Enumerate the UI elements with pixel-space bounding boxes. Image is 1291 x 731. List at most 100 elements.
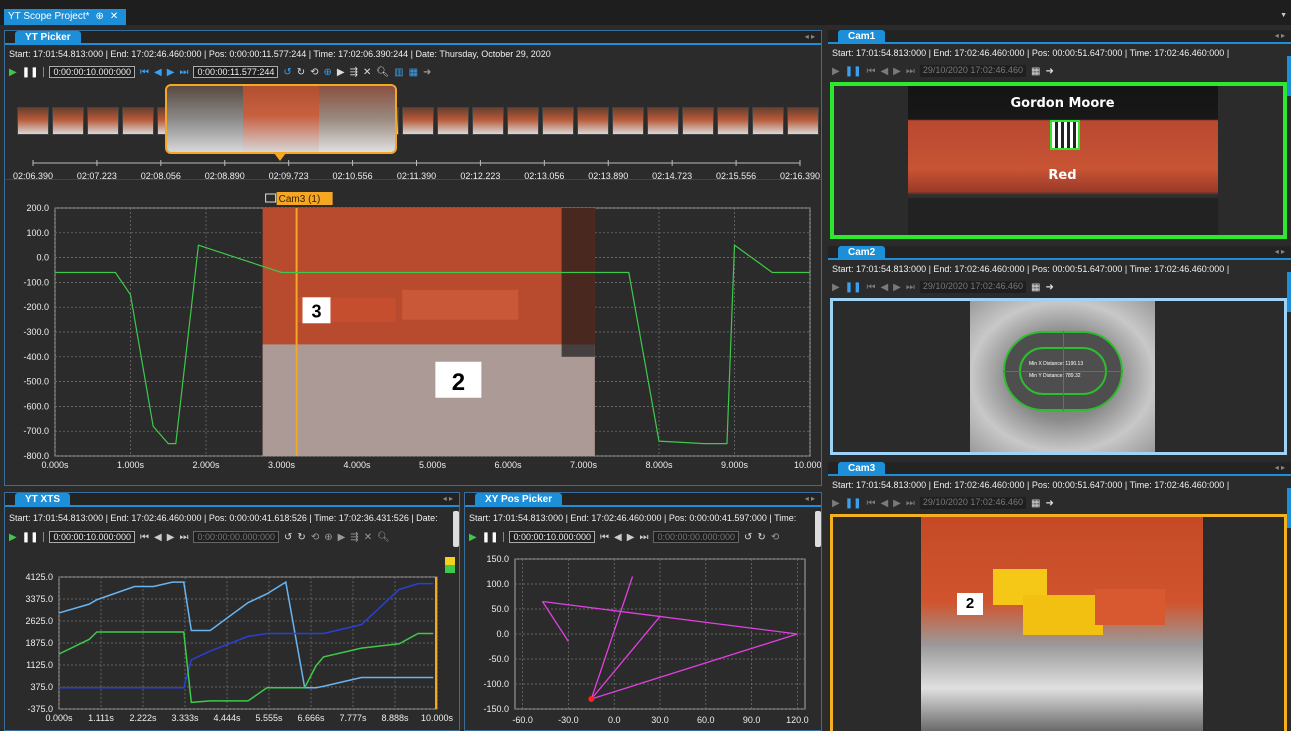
cam1-video[interactable]: Gordon Moore Red — [830, 82, 1287, 239]
calculator-icon[interactable]: ▦ — [1031, 498, 1040, 509]
scrollbar[interactable] — [1287, 272, 1291, 312]
time-field[interactable]: 29/10/2020 17:02:46.460 — [919, 497, 1026, 509]
pause-icon[interactable]: ❚❚ — [845, 66, 862, 77]
cam3-video[interactable]: 2 — [830, 514, 1287, 731]
skip-start-icon[interactable]: ⏮ — [866, 282, 875, 293]
skip-start-icon[interactable]: ⏮ — [140, 67, 149, 78]
thumbnail[interactable] — [682, 107, 714, 135]
step-back-icon[interactable]: ◀ — [154, 67, 162, 78]
step-back-icon[interactable]: ◀ — [614, 532, 622, 543]
window-menu-icon[interactable]: ▼ — [1280, 12, 1287, 19]
scrollbar[interactable] — [815, 511, 821, 547]
thumbnail[interactable] — [577, 107, 609, 135]
thumbnail-strip[interactable] — [17, 107, 819, 135]
pause-icon[interactable]: ❚❚ — [845, 498, 862, 509]
grid-icon[interactable]: ▦ — [409, 67, 418, 78]
tab-xy-pos-picker[interactable]: XY Pos Picker — [475, 493, 563, 507]
thumbnail[interactable] — [17, 107, 49, 135]
calculator-icon[interactable]: ▦ — [1031, 66, 1040, 77]
refresh-icon[interactable]: ↻ — [297, 67, 305, 78]
zoom-icon[interactable]: 🔍︎ — [376, 67, 389, 78]
close-icon[interactable]: ✕ — [110, 9, 118, 25]
thumbnail[interactable] — [507, 107, 539, 135]
thumbnail[interactable] — [542, 107, 574, 135]
yt-line-chart[interactable]: 200.0 100.0 0.0 -100.0 -200.0 -300.0 -400.0 -50… — [5, 180, 827, 486]
tab-cam1[interactable]: Cam1 — [838, 30, 886, 44]
scrollbar[interactable] — [453, 511, 459, 547]
range-field[interactable]: 0:00:00:10.000:000 — [49, 531, 136, 543]
position-field[interactable]: 0:00:00:11.577:244 — [193, 66, 279, 78]
refresh-icon[interactable]: ↻ — [757, 532, 765, 543]
thumbnail[interactable] — [472, 107, 504, 135]
thumbnail[interactable] — [52, 107, 84, 135]
panel-scroll-icon[interactable]: ◂ ▸ — [443, 494, 453, 503]
pause-icon[interactable]: ❚❚ — [482, 532, 499, 543]
thumbnail[interactable] — [752, 107, 784, 135]
time-field[interactable]: 29/10/2020 17:02:46.460 — [919, 281, 1026, 293]
export-icon[interactable]: ➜ — [423, 67, 431, 78]
skip-end-icon[interactable]: ⏭ — [179, 67, 188, 78]
skip-end-icon[interactable]: ⏭ — [906, 66, 915, 77]
panel-scroll-icon[interactable]: ◂ ▸ — [805, 494, 815, 503]
cursor-icon[interactable]: ⟲ — [311, 532, 319, 543]
tab-cam3[interactable]: Cam3 — [838, 462, 886, 476]
target-icon[interactable]: ⊕ — [324, 67, 332, 78]
thumbnail[interactable] — [717, 107, 749, 135]
step-back-icon[interactable]: ◀ — [880, 66, 888, 77]
pin-icon[interactable]: ⊕ — [96, 9, 104, 25]
position-field[interactable]: 0:00:00:00.000:000 — [193, 531, 280, 543]
step-forward-icon[interactable]: ▶ — [893, 498, 901, 509]
marker-icon[interactable]: ▶ — [337, 67, 345, 78]
panel-scroll-icon[interactable]: ◂ ▸ — [1275, 463, 1285, 472]
reset-icon[interactable]: ↺ — [284, 532, 292, 543]
overlay-toggle-icon[interactable] — [265, 193, 277, 203]
reset-icon[interactable]: ↺ — [283, 67, 291, 78]
thumbnail[interactable] — [612, 107, 644, 135]
scrollbar[interactable] — [1287, 488, 1291, 528]
panel-scroll-icon[interactable]: ◂ ▸ — [1275, 31, 1285, 40]
step-forward-icon[interactable]: ▶ — [893, 66, 901, 77]
cursor-icon[interactable]: ⟲ — [771, 532, 779, 543]
export-icon[interactable]: ➜ — [1045, 66, 1053, 77]
split-icon[interactable]: ⇶ — [350, 532, 358, 543]
thumbnail-magnifier[interactable] — [165, 84, 397, 154]
xy-scatter-chart[interactable]: 150.0 100.0 50.0 0.0 -50.0 -100.0 -150.0-60.0 -… — [465, 551, 821, 731]
scrollbar[interactable] — [1287, 56, 1291, 96]
step-back-icon[interactable]: ◀ — [880, 498, 888, 509]
skip-end-icon[interactable]: ⏭ — [179, 532, 188, 543]
current-position-marker[interactable] — [588, 696, 595, 702]
pause-icon[interactable]: ❚❚ — [22, 532, 39, 543]
calculator-icon[interactable]: ▦ — [1031, 282, 1040, 293]
play-icon[interactable]: ▶ — [469, 532, 477, 543]
skip-end-icon[interactable]: ⏭ — [639, 532, 648, 543]
thumbnail[interactable] — [787, 107, 819, 135]
split-icon[interactable]: ⇶ — [350, 67, 358, 78]
range-field[interactable]: 0:00:00:10.000:000 — [49, 66, 136, 78]
position-field[interactable]: 0:00:00:00.000:000 — [653, 531, 740, 543]
step-forward-icon[interactable]: ▶ — [627, 532, 635, 543]
cam2-video[interactable]: Min X Distance: 1190.13 Min Y Distance: … — [830, 298, 1287, 455]
export-icon[interactable]: ➜ — [1045, 282, 1053, 293]
reset-icon[interactable]: ↺ — [744, 532, 752, 543]
zoom-icon[interactable]: 🔍︎ — [377, 532, 390, 543]
refresh-icon[interactable]: ↻ — [297, 532, 305, 543]
thumbnail[interactable] — [122, 107, 154, 135]
thumbnail[interactable] — [437, 107, 469, 135]
xts-line-chart[interactable]: 4125.03375.02625.01875.01125.0375.0-375.… — [5, 571, 459, 731]
step-forward-icon[interactable]: ▶ — [167, 67, 175, 78]
skip-end-icon[interactable]: ⏭ — [906, 282, 915, 293]
skip-start-icon[interactable]: ⏮ — [140, 532, 149, 543]
thumbnail[interactable] — [87, 107, 119, 135]
play-icon[interactable]: ▶ — [832, 282, 840, 293]
play-icon[interactable]: ▶ — [832, 66, 840, 77]
step-forward-icon[interactable]: ▶ — [893, 282, 901, 293]
columns-icon[interactable]: ▥ — [394, 67, 403, 78]
marker-icon[interactable]: ▶ — [338, 532, 346, 543]
tab-cam2[interactable]: Cam2 — [838, 246, 886, 260]
document-tab[interactable]: YT Scope Project* ⊕ ✕ — [4, 9, 127, 25]
pause-icon[interactable]: ❚❚ — [845, 282, 862, 293]
yt-chart-area[interactable]: 200.0 100.0 0.0 -100.0 -200.0 -300.0 -400.0 -50… — [5, 179, 827, 486]
step-forward-icon[interactable]: ▶ — [167, 532, 175, 543]
tab-yt-picker[interactable]: YT Picker — [15, 31, 81, 45]
tools-icon[interactable]: ✕ — [363, 67, 371, 78]
